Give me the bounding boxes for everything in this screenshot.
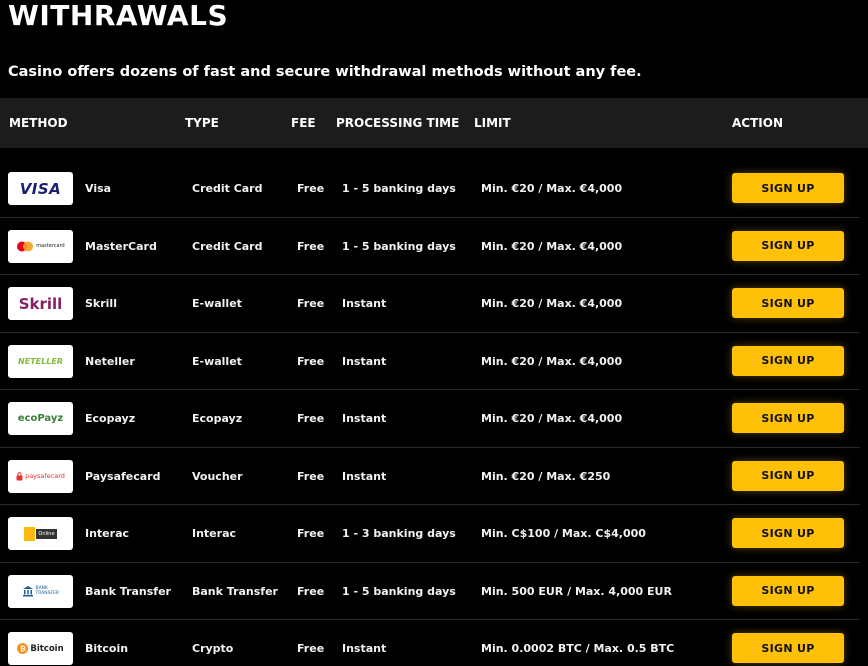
method-name: Ecopayz: [85, 412, 136, 425]
method-fee: Free: [297, 297, 325, 310]
sign-up-button[interactable]: SIGN UP: [732, 288, 844, 318]
method-limit: Min. €20 / Max. €250: [481, 469, 611, 483]
header-fee: FEE: [291, 116, 316, 130]
method-fee: Free: [297, 412, 325, 425]
bank-transfer-logo-text: BANK TRANSFER: [35, 586, 60, 596]
table-row: Skrill Skrill E-wallet Free Instant Min. €20 …: [0, 275, 860, 333]
table-row: ecoPayz Ecopayz Ecopayz Free Instant Min. €20…: [0, 390, 860, 448]
method-limit: Min. €20 / Max. €4,000: [481, 297, 623, 310]
sign-up-button[interactable]: SIGN UP: [732, 460, 844, 491]
ecopayz-logo-text: ecoPayz: [17, 413, 64, 424]
method-name: Paysafecard: [85, 469, 161, 483]
mastercard-logo: mastercard: [8, 229, 73, 263]
header-method: METHOD: [9, 116, 68, 130]
paysafecard-logo: paysafecard: [8, 459, 73, 493]
method-fee: Free: [297, 527, 325, 540]
neteller-logo: NETELLER: [8, 344, 73, 378]
paysafecard-logo-text: paysafecard: [25, 472, 65, 480]
withdrawals-page: WITHRAWALS Casino offers dozens of fast …: [0, 0, 868, 666]
bitcoin-symbol-icon: ₿: [17, 643, 29, 654]
method-limit: Min. 500 EUR / Max. 4,000 EUR: [481, 584, 672, 598]
header-processing-time: PROCESSING TIME: [336, 116, 460, 130]
sign-up-button[interactable]: SIGN UP: [732, 518, 844, 548]
processing-time: 1 - 5 banking days: [342, 584, 456, 598]
method-name: MasterCard: [85, 239, 157, 253]
bitcoin-logo-text: Bitcoin: [30, 643, 64, 654]
mastercard-logo-text: mastercard: [36, 243, 65, 249]
processing-time: Instant: [342, 642, 387, 655]
lock-icon: [16, 471, 23, 480]
header-type: TYPE: [185, 116, 219, 130]
processing-time: 1 - 3 banking days: [342, 527, 456, 540]
method-name: Skrill: [85, 297, 117, 310]
method-type: Crypto: [192, 642, 234, 655]
header-limit: LIMIT: [474, 116, 511, 130]
processing-time: Instant: [342, 297, 387, 310]
interac-logo: Online: [8, 517, 73, 550]
interac-badge-icon: [24, 526, 36, 541]
method-name: Interac: [85, 527, 130, 540]
sign-up-button[interactable]: SIGN UP: [732, 345, 844, 376]
method-type: Ecopayz: [192, 412, 243, 425]
sign-up-button[interactable]: SIGN UP: [732, 403, 844, 433]
method-type: Voucher: [192, 469, 243, 483]
method-name: Bitcoin: [85, 642, 129, 655]
interac-logo-text: Online: [36, 528, 57, 539]
method-fee: Free: [297, 584, 325, 598]
method-limit: Min. 0.0002 BTC / Max. 0.5 BTC: [481, 642, 675, 655]
table-row: Online Interac Interac Free 1 - 3 banking da…: [0, 505, 860, 563]
method-limit: Min. €20 / Max. €4,000: [481, 182, 623, 195]
page-title: WITHRAWALS: [8, 0, 229, 32]
table-row: BANK TRANSFER Bank Transfer Bank Transfer F…: [0, 563, 860, 620]
sign-up-button[interactable]: SIGN UP: [732, 633, 844, 663]
skrill-logo-text: Skrill: [18, 294, 63, 313]
processing-time: Instant: [342, 412, 387, 425]
table-row: mastercard MasterCard Credit Card Free 1 - 5…: [0, 218, 860, 275]
header-action: ACTION: [732, 116, 783, 130]
processing-time: Instant: [342, 354, 387, 368]
method-name: Visa: [85, 182, 112, 195]
method-type: E-wallet: [192, 354, 242, 368]
table-header: METHOD TYPE FEE PROCESSING TIME LIMIT AC…: [0, 98, 868, 148]
processing-time: 1 - 5 banking days: [342, 182, 456, 195]
method-type: Bank Transfer: [192, 584, 278, 598]
method-name: Neteller: [85, 354, 135, 368]
processing-time: Instant: [342, 469, 387, 483]
visa-logo: VISA: [8, 172, 73, 205]
method-fee: Free: [297, 182, 325, 195]
method-type: Credit Card: [192, 182, 263, 195]
method-limit: Min. €20 / Max. €4,000: [481, 412, 623, 425]
neteller-logo-text: NETELLER: [18, 356, 63, 366]
method-fee: Free: [297, 642, 325, 655]
processing-time: 1 - 5 banking days: [342, 239, 456, 253]
table-row: paysafecard Paysafecard Voucher Free Instant…: [0, 448, 860, 505]
method-type: E-wallet: [192, 297, 242, 310]
bank-icon: [22, 586, 33, 597]
bank-transfer-logo: BANK TRANSFER: [8, 574, 73, 608]
sign-up-button[interactable]: SIGN UP: [732, 230, 844, 261]
method-limit: Min. C$100 / Max. C$4,000: [481, 527, 646, 540]
bitcoin-logo: ₿ Bitcoin: [8, 632, 73, 665]
method-name: Bank Transfer: [85, 584, 171, 598]
method-type: Credit Card: [192, 239, 263, 253]
method-type: Interac: [192, 527, 237, 540]
method-limit: Min. €20 / Max. €4,000: [481, 239, 623, 253]
visa-logo-text: VISA: [19, 179, 62, 198]
ecopayz-logo: ecoPayz: [8, 402, 73, 435]
method-fee: Free: [297, 354, 325, 368]
table-row: VISA Visa Credit Card Free 1 - 5 banking day…: [0, 160, 860, 218]
method-fee: Free: [297, 469, 325, 483]
table-row: NETELLER Neteller E-wallet Free Instant Min. …: [0, 333, 860, 390]
sign-up-button[interactable]: SIGN UP: [732, 575, 844, 606]
table-row: ₿ Bitcoin Bitcoin Crypto Free Instant Min. 0.0…: [0, 620, 860, 666]
method-fee: Free: [297, 239, 325, 253]
sign-up-button[interactable]: SIGN UP: [732, 173, 844, 203]
mastercard-circles-icon: [17, 241, 34, 251]
table-body: VISA Visa Credit Card Free 1 - 5 banking day…: [0, 160, 868, 666]
skrill-logo: Skrill: [8, 287, 73, 320]
page-subtitle: Casino offers dozens of fast and secure …: [8, 64, 642, 80]
method-limit: Min. €20 / Max. €4,000: [481, 354, 623, 368]
